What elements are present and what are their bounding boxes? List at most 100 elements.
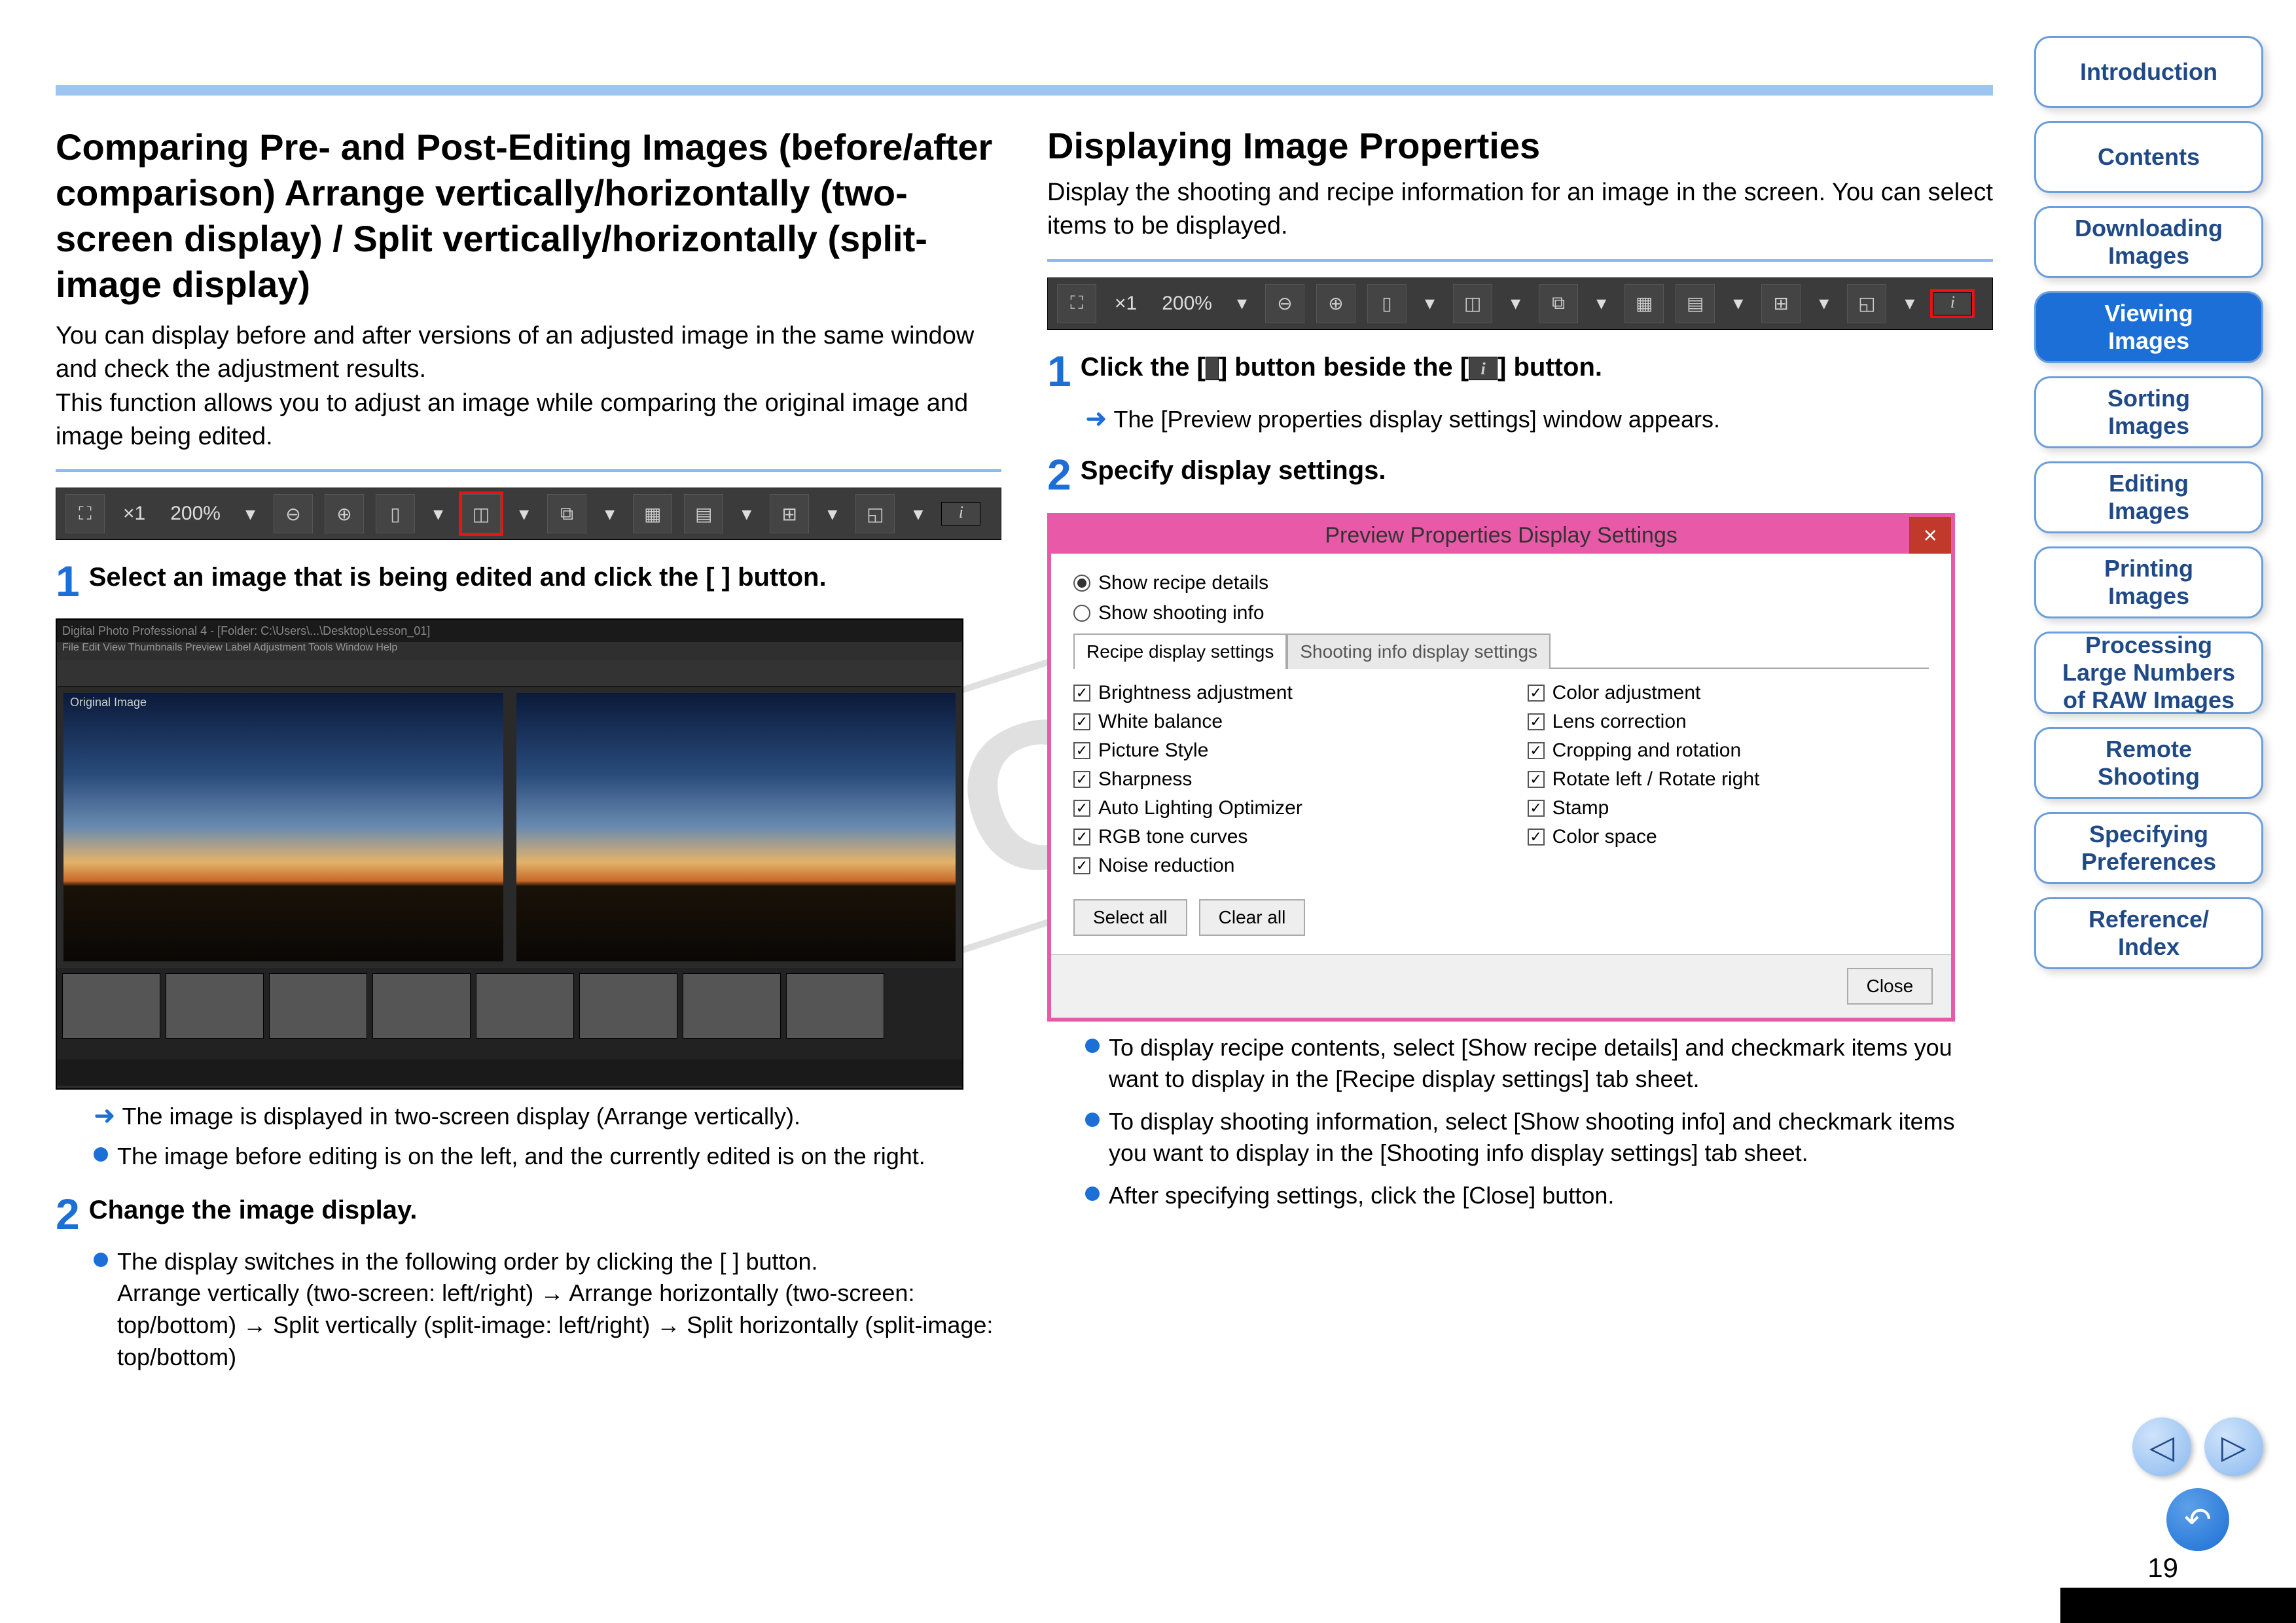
prev-page-button[interactable]: ◁: [2132, 1418, 2191, 1476]
checkbox-auto-lighting-optimizer[interactable]: ✓Auto Lighting Optimizer: [1073, 797, 1475, 819]
preview-toolbar-right: ⛶ ×1 200%▾ ⊖ ⊕ ▯▾ ◫▾ ⧉▾ ▦ ▤▾ ⊞▾ ◱▾ i: [1047, 277, 1993, 330]
checkbox-color-adjustment[interactable]: ✓Color adjustment: [1528, 682, 1929, 704]
info-icon: i: [1469, 357, 1498, 380]
arrow-icon: ➜: [94, 1103, 116, 1129]
checkbox-white-balance[interactable]: ✓White balance: [1073, 711, 1475, 733]
bullet-icon: [94, 1253, 108, 1267]
layout-icon[interactable]: ▦: [1624, 284, 1664, 323]
zoom-caret[interactable]: ▾: [239, 503, 262, 526]
x1-label[interactable]: ×1: [1108, 293, 1143, 315]
info-icon[interactable]: i: [1933, 292, 1972, 315]
compare-view-icon[interactable]: ◫: [461, 494, 501, 533]
checkbox-rotate-left-rotate-right[interactable]: ✓Rotate left / Rotate right: [1528, 768, 1929, 791]
x1-label[interactable]: ×1: [117, 503, 152, 525]
zoom-in-icon[interactable]: ⊕: [325, 494, 364, 533]
pager: ◁ ▷ ↶: [2132, 1418, 2263, 1551]
close-button[interactable]: Close: [1847, 968, 1933, 1005]
dialog-title: Preview Properties Display Settings ×: [1051, 517, 1951, 554]
dropdown-icon: [1206, 357, 1219, 380]
left-dot1: The image before editing is on the left,…: [117, 1141, 925, 1173]
panel-left-label: Original Image: [70, 696, 147, 709]
select-all-button[interactable]: Select all: [1073, 899, 1187, 936]
info-icon[interactable]: i: [941, 502, 980, 526]
sidebar-item-remote-shooting[interactable]: RemoteShooting: [2034, 727, 2263, 799]
top-rule: [56, 85, 1993, 96]
checkbox-stamp[interactable]: ✓Stamp: [1528, 797, 1929, 819]
left-heading: Comparing Pre- and Post-Editing Images (…: [56, 124, 1001, 308]
right-step2: Specify display settings.: [1081, 453, 1993, 488]
sidebar-item-processing-large-numbers-of-raw-images[interactable]: ProcessingLarge Numbersof RAW Images: [2034, 632, 2263, 714]
sidebar-item-printing-images[interactable]: PrintingImages: [2034, 546, 2263, 618]
right-arrow1: The [Preview properties display settings…: [1114, 406, 1720, 433]
close-icon[interactable]: ×: [1909, 517, 1951, 554]
radio-recipe-details[interactable]: Show recipe details: [1073, 572, 1929, 594]
split-view-icon[interactable]: ⧉: [1539, 284, 1578, 323]
sidebar-item-introduction[interactable]: Introduction: [2034, 36, 2263, 108]
sidebar-item-editing-images[interactable]: EditingImages: [2034, 461, 2263, 533]
next-page-button[interactable]: ▷: [2204, 1418, 2263, 1476]
preview-toolbar-left: ⛶ ×1 200%▾ ⊖ ⊕ ▯▾ ◫▾ ⧉▾ ▦ ▤▾ ⊞▾ ◱▾ i: [56, 488, 1001, 540]
sidebar-item-reference-index[interactable]: Reference/Index: [2034, 897, 2263, 969]
split-view-icon[interactable]: ⧉: [547, 494, 586, 533]
grid-icon[interactable]: ▤: [684, 494, 723, 533]
fit-icon[interactable]: ⛶: [65, 494, 105, 533]
fit-icon[interactable]: ⛶: [1057, 284, 1096, 323]
panel-edited: [516, 693, 956, 961]
histogram-icon[interactable]: ◱: [1847, 284, 1886, 323]
sidebar-item-specifying-preferences[interactable]: SpecifyingPreferences: [2034, 812, 2263, 884]
zoom-level[interactable]: 200%: [164, 503, 227, 525]
checkbox-lens-correction[interactable]: ✓Lens correction: [1528, 711, 1929, 733]
preview-properties-dialog: Preview Properties Display Settings × Sh…: [1047, 513, 1955, 1022]
histogram-icon[interactable]: ◱: [855, 494, 895, 533]
step-number-1: 1: [1047, 349, 1071, 393]
checkbox-sharpness[interactable]: ✓Sharpness: [1073, 768, 1475, 791]
layout-icon[interactable]: ▦: [633, 494, 672, 533]
step-number-1: 1: [56, 560, 80, 603]
bullet-icon: [1085, 1186, 1100, 1201]
tab-shooting-settings[interactable]: Shooting info display settings: [1287, 633, 1551, 669]
checkbox-rgb-tone-curves[interactable]: ✓RGB tone curves: [1073, 826, 1475, 848]
app-toolbar: [57, 660, 962, 687]
clear-all-button[interactable]: Clear all: [1199, 899, 1306, 936]
left-dot2: The display switches in the following or…: [117, 1246, 1001, 1373]
footer-black-box: [2060, 1588, 2296, 1623]
checkbox-color-space[interactable]: ✓Color space: [1528, 826, 1929, 848]
compare-view-icon[interactable]: ◫: [1453, 284, 1492, 323]
zoom-in-icon[interactable]: ⊕: [1316, 284, 1355, 323]
checkbox-picture-style[interactable]: ✓Picture Style: [1073, 740, 1475, 762]
checkbox-cropping-and-rotation[interactable]: ✓Cropping and rotation: [1528, 740, 1929, 762]
return-button[interactable]: ↶: [2166, 1488, 2229, 1551]
zoom-level[interactable]: 200%: [1155, 293, 1219, 315]
right-heading: Displaying Image Properties: [1047, 124, 1993, 167]
divider: [56, 469, 1001, 472]
right-lead: Display the shooting and recipe informat…: [1047, 176, 1993, 243]
radio-shooting-info[interactable]: Show shooting info: [1073, 602, 1929, 624]
grid-icon[interactable]: ▤: [1676, 284, 1715, 323]
step-number-2: 2: [1047, 453, 1071, 496]
step-number-2: 2: [56, 1192, 80, 1236]
single-view-icon[interactable]: ▯: [376, 494, 415, 533]
tab-recipe-settings[interactable]: Recipe display settings: [1073, 633, 1287, 669]
bullet-icon: [94, 1147, 108, 1162]
app-screenshot: Digital Photo Professional 4 - [Folder: …: [56, 618, 963, 1090]
afpoints-icon[interactable]: ⊞: [1761, 284, 1801, 323]
sidebar-item-downloading-images[interactable]: DownloadingImages: [2034, 206, 2263, 278]
arrow-icon: ➜: [1085, 406, 1107, 432]
right-dot3: After specifying settings, click the [Cl…: [1109, 1180, 1614, 1212]
single-view-icon[interactable]: ▯: [1367, 284, 1407, 323]
zoom-out-icon[interactable]: ⊖: [1265, 284, 1304, 323]
afpoints-icon[interactable]: ⊞: [770, 494, 809, 533]
app-statusbar: [57, 1060, 962, 1086]
sidebar-nav: Introduction Contents DownloadingImages Vie…: [2034, 36, 2263, 969]
page-number: 19: [2147, 1552, 2178, 1584]
zoom-out-icon[interactable]: ⊖: [274, 494, 313, 533]
checkbox-brightness-adjustment[interactable]: ✓Brightness adjustment: [1073, 682, 1475, 704]
right-step1: Click the [] button beside the [i] butto…: [1081, 349, 1993, 385]
step1-text: Select an image that is being edited and…: [89, 560, 1001, 595]
sidebar-item-sorting-images[interactable]: SortingImages: [2034, 376, 2263, 448]
checkbox-noise-reduction[interactable]: ✓Noise reduction: [1073, 855, 1475, 877]
sidebar-item-contents[interactable]: Contents: [2034, 121, 2263, 193]
sidebar-item-viewing-images[interactable]: ViewingImages: [2034, 291, 2263, 363]
bullet-icon: [1085, 1039, 1100, 1053]
left-lead: You can display before and after version…: [56, 319, 1001, 454]
